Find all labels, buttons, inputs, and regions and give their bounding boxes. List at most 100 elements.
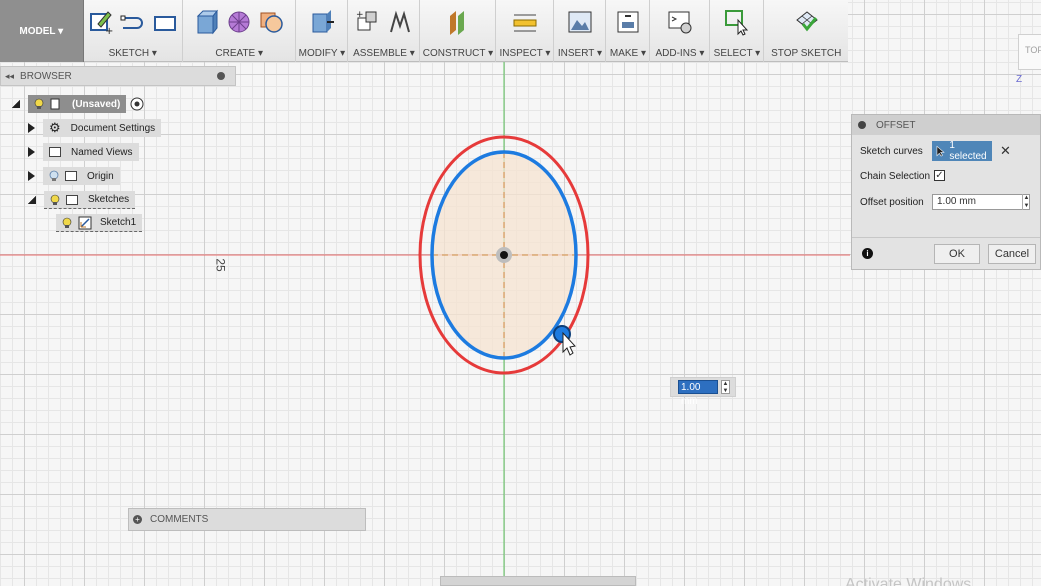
view-cube[interactable]: TOP [1018, 34, 1041, 70]
select-menu[interactable]: SELECT ▾ [710, 0, 765, 62]
sketch-canvas[interactable] [0, 0, 1041, 586]
add-comment-icon[interactable]: + [133, 515, 142, 524]
browser-minimize-icon[interactable] [217, 72, 225, 80]
insert-image-icon[interactable] [567, 8, 593, 36]
sketch-curves-selection-button[interactable]: 1 selected [932, 140, 992, 162]
workspace-switcher-button[interactable]: MODEL ▾ [0, 0, 84, 62]
tree-item-label: Named Views [71, 146, 133, 158]
chain-selection-checkbox[interactable]: ✓ [934, 170, 945, 181]
visibility-bulb-icon[interactable] [34, 98, 44, 110]
extrude-icon[interactable] [194, 8, 220, 36]
activation-watermark: Activate Windows [845, 576, 972, 586]
select-menu-label: SELECT ▾ [713, 48, 761, 59]
clear-selection-close-icon[interactable]: ✕ [1000, 143, 1011, 159]
measure-icon[interactable] [512, 8, 538, 36]
selection-count: 1 selected [949, 140, 987, 162]
modify-menu-label: MODIFY ▾ [298, 48, 346, 59]
browser-title: BROWSER [20, 70, 72, 82]
origin-chip[interactable]: Origin [43, 167, 120, 185]
construct-menu[interactable]: CONSTRUCT ▾ [420, 0, 497, 62]
stop-sketch-icon[interactable] [793, 8, 819, 36]
offset-position-input[interactable]: 1.00 mm [932, 194, 1030, 210]
press-pull-icon[interactable] [309, 8, 335, 36]
inspect-menu[interactable]: INSPECT ▾ [496, 0, 555, 62]
rectangle-tool-icon[interactable] [152, 8, 178, 36]
expand-toggle-icon[interactable] [28, 123, 35, 133]
add-ins-menu[interactable]: ADD-INS ▾ [650, 0, 711, 62]
document-settings-chip[interactable]: ⚙ Document Settings [43, 119, 162, 137]
comments-panel[interactable]: + COMMENTS [128, 508, 366, 531]
sketch-geometry [0, 62, 850, 586]
3d-print-icon[interactable] [615, 8, 641, 36]
visibility-bulb-icon[interactable] [62, 217, 72, 229]
z-axis-label: Z [1016, 74, 1023, 85]
combine-icon[interactable] [258, 8, 284, 36]
activate-component-icon[interactable] [130, 97, 144, 111]
offset-dialog-header[interactable]: OFFSET [852, 115, 1040, 135]
insert-menu-label: INSERT ▾ [557, 48, 602, 59]
inspect-menu-label: INSPECT ▾ [499, 48, 551, 59]
tree-item-root[interactable]: (Unsaved) [12, 95, 144, 113]
select-icon[interactable] [724, 8, 750, 36]
view-cube-face-label: TOP [1025, 45, 1041, 55]
sketches-chip[interactable]: Sketches [44, 191, 136, 209]
ok-button[interactable]: OK [934, 244, 980, 264]
stop-sketch-label: STOP SKETCH [771, 48, 842, 59]
sketch-menu-label: SKETCH ▾ [108, 48, 157, 59]
expand-toggle-icon[interactable] [28, 196, 36, 204]
tree-item-label: Sketch1 [100, 217, 137, 228]
chain-selection-label: Chain Selection [860, 171, 931, 182]
offset-distance-stepper[interactable]: ▲ ▼ [721, 380, 730, 394]
offset-stepper[interactable]: ▲ ▼ [1022, 194, 1030, 210]
navigation-toolbar[interactable] [440, 576, 636, 586]
center-point[interactable] [500, 251, 508, 259]
create-sketch-icon[interactable]: + [88, 8, 114, 36]
visibility-bulb-icon[interactable] [49, 170, 59, 182]
offset-distance-heads-up-input: 1.00 mm ▲ ▼ [670, 377, 736, 407]
folder-icon [66, 194, 78, 205]
create-menu-label: CREATE ▾ [215, 48, 264, 59]
offset-distance-field[interactable]: 1.00 mm [678, 380, 718, 407]
ruler-dimension-label: 25 [213, 258, 228, 272]
joint-icon[interactable] [387, 8, 413, 36]
line-tool-icon[interactable] [120, 8, 146, 36]
collapse-dialog-icon[interactable] [858, 121, 866, 129]
make-menu[interactable]: MAKE ▾ [606, 0, 651, 62]
tree-item-label: (Unsaved) [72, 98, 121, 110]
create-menu[interactable]: CREATE ▾ [183, 0, 297, 62]
expand-toggle-icon[interactable] [28, 147, 35, 157]
tree-item-document-settings[interactable]: ⚙ Document Settings [28, 119, 162, 137]
insert-menu[interactable]: INSERT ▾ [554, 0, 607, 62]
offset-plane-icon[interactable] [445, 8, 471, 36]
expand-toggle-icon[interactable] [28, 171, 35, 181]
new-component-icon[interactable]: + [355, 8, 381, 36]
add-ins-menu-label: ADD-INS ▾ [655, 48, 705, 59]
visibility-bulb-icon[interactable] [50, 194, 60, 206]
sketch-menu[interactable]: + SKETCH ▾ [84, 0, 184, 62]
modify-menu[interactable]: MODIFY ▾ [296, 0, 349, 62]
sketch1-chip[interactable]: Sketch1 [56, 214, 143, 232]
named-views-chip[interactable]: Named Views [43, 143, 139, 161]
collapse-browser-icon[interactable]: ◂◂ [5, 71, 14, 82]
cancel-button[interactable]: Cancel [988, 244, 1036, 264]
gear-icon: ⚙ [49, 120, 61, 135]
tree-item-named-views[interactable]: Named Views [28, 143, 139, 161]
tree-item-origin[interactable]: Origin [28, 167, 120, 185]
scripts-icon[interactable] [667, 8, 693, 36]
form-icon[interactable] [226, 8, 252, 36]
svg-text:+: + [356, 10, 364, 20]
root-component-chip[interactable]: (Unsaved) [28, 95, 127, 113]
browser-panel-header[interactable]: ◂◂ BROWSER [0, 66, 236, 86]
main-toolbar: MODEL ▾ + SKETCH ▾ CREATE ▾ MODIFY ▾ + A… [0, 0, 848, 62]
tree-item-label: Origin [87, 170, 114, 182]
info-icon[interactable]: i [862, 248, 873, 259]
assemble-menu-label: ASSEMBLE ▾ [353, 48, 415, 59]
stop-sketch-button[interactable]: STOP SKETCH [764, 0, 848, 62]
svg-text:+: + [105, 26, 113, 36]
expand-toggle-icon[interactable] [12, 100, 20, 108]
assemble-menu[interactable]: + ASSEMBLE ▾ [348, 0, 421, 62]
folder-icon [65, 171, 77, 181]
tree-item-sketches[interactable]: Sketches [28, 191, 136, 209]
tree-item-sketch1[interactable]: Sketch1 [56, 214, 143, 232]
sketch-icon [78, 216, 92, 229]
